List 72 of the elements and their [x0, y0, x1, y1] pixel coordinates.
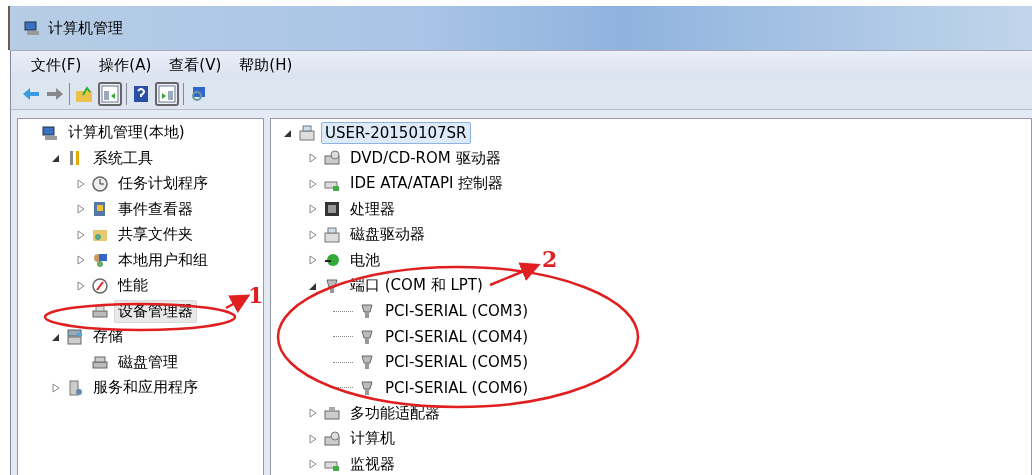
port-icon [359, 303, 375, 320]
tree-item[interactable]: 计算机管理(本地) [64, 121, 189, 145]
tree-item[interactable]: 磁盘管理 [114, 350, 182, 374]
tree-item[interactable]: 本地用户和组 [114, 248, 212, 272]
tree-item[interactable]: 磁盘驱动器 [346, 223, 429, 247]
folder-up-icon[interactable] [74, 84, 94, 104]
tool-icon [67, 328, 83, 345]
collapse-arrow-icon[interactable] [51, 153, 61, 164]
port-icon [359, 354, 375, 371]
expand-arrow-icon[interactable] [308, 178, 318, 189]
tree-item[interactable]: 电池 [346, 248, 384, 272]
menu-item[interactable]: 文件(F) [25, 53, 88, 77]
device-icon [324, 430, 340, 447]
tool-icon [92, 303, 108, 320]
expand-arrow-icon[interactable] [76, 178, 86, 189]
tree-item[interactable]: USER-20150107SR [321, 121, 471, 144]
tree-item[interactable]: PCI-SERIAL (COM3) [381, 300, 533, 323]
expand-arrow-icon[interactable] [308, 459, 318, 470]
device-icon [324, 252, 340, 269]
expand-arrow-icon[interactable] [308, 433, 318, 444]
tree-item[interactable]: 事件查看器 [114, 197, 197, 221]
tree-item[interactable]: IDE ATA/ATAPI 控制器 [346, 172, 508, 196]
computer-icon [24, 20, 40, 36]
expand-arrow-icon[interactable] [308, 255, 318, 266]
port-icon [359, 328, 375, 345]
device-icon [324, 201, 340, 218]
tree-item[interactable]: 性能 [114, 274, 152, 298]
menu-item[interactable]: 查看(V) [163, 53, 228, 77]
tree-item[interactable]: DVD/CD-ROM 驱动器 [346, 146, 505, 170]
tree-item[interactable]: PCI-SERIAL (COM5) [381, 351, 533, 374]
expand-arrow-icon[interactable] [308, 204, 318, 215]
expand-arrow-icon[interactable] [76, 255, 86, 266]
annotation-number: 1 [248, 282, 264, 308]
tree-item[interactable]: 存储 [89, 325, 127, 349]
tool-icon [92, 252, 108, 269]
device-icon [324, 405, 340, 422]
annotation-arrow [225, 294, 251, 313]
tool-icon [92, 175, 108, 192]
help-icon[interactable] [131, 84, 151, 104]
expand-arrow-icon[interactable] [76, 204, 86, 215]
expand-arrow-icon[interactable] [308, 153, 318, 164]
window-title: 计算机管理 [48, 18, 123, 38]
expand-arrow-icon[interactable] [308, 408, 318, 419]
annotation-number: 2 [542, 246, 558, 272]
expand-arrow-icon[interactable] [51, 382, 61, 393]
expand-arrow-icon[interactable] [308, 229, 318, 240]
tree-item[interactable]: 服务和应用程序 [89, 376, 202, 400]
tree-item[interactable]: PCI-SERIAL (COM4) [381, 325, 533, 348]
menu-item[interactable]: 帮助(H) [233, 53, 299, 77]
tree-item[interactable]: 任务计划程序 [114, 172, 212, 196]
device-icon [324, 150, 340, 167]
tool-icon [92, 201, 108, 218]
tree-item[interactable]: 系统工具 [89, 146, 157, 170]
port-icon [359, 379, 375, 396]
tool-icon [67, 379, 83, 396]
tool-icon [92, 354, 108, 371]
tool-icon [92, 277, 108, 294]
pane-toggle-icon[interactable] [98, 82, 122, 106]
tree-item[interactable]: PCI-SERIAL (COM6) [381, 376, 533, 399]
device-icon [324, 277, 340, 294]
expand-arrow-icon[interactable] [76, 229, 86, 240]
pane-toggle-icon[interactable] [155, 82, 179, 106]
tree-item[interactable]: 共享文件夹 [114, 223, 197, 247]
tool-icon [42, 124, 58, 141]
device-icon [324, 226, 340, 243]
expand-arrow-icon[interactable] [76, 280, 86, 291]
tree-item[interactable]: 监视器 [346, 452, 399, 475]
device-icon [299, 124, 315, 141]
tree-item[interactable]: 处理器 [346, 197, 399, 221]
menu-item[interactable]: 操作(A) [93, 53, 158, 77]
tree-item[interactable]: 计算机 [346, 427, 399, 451]
annotation-arrow [489, 262, 541, 287]
